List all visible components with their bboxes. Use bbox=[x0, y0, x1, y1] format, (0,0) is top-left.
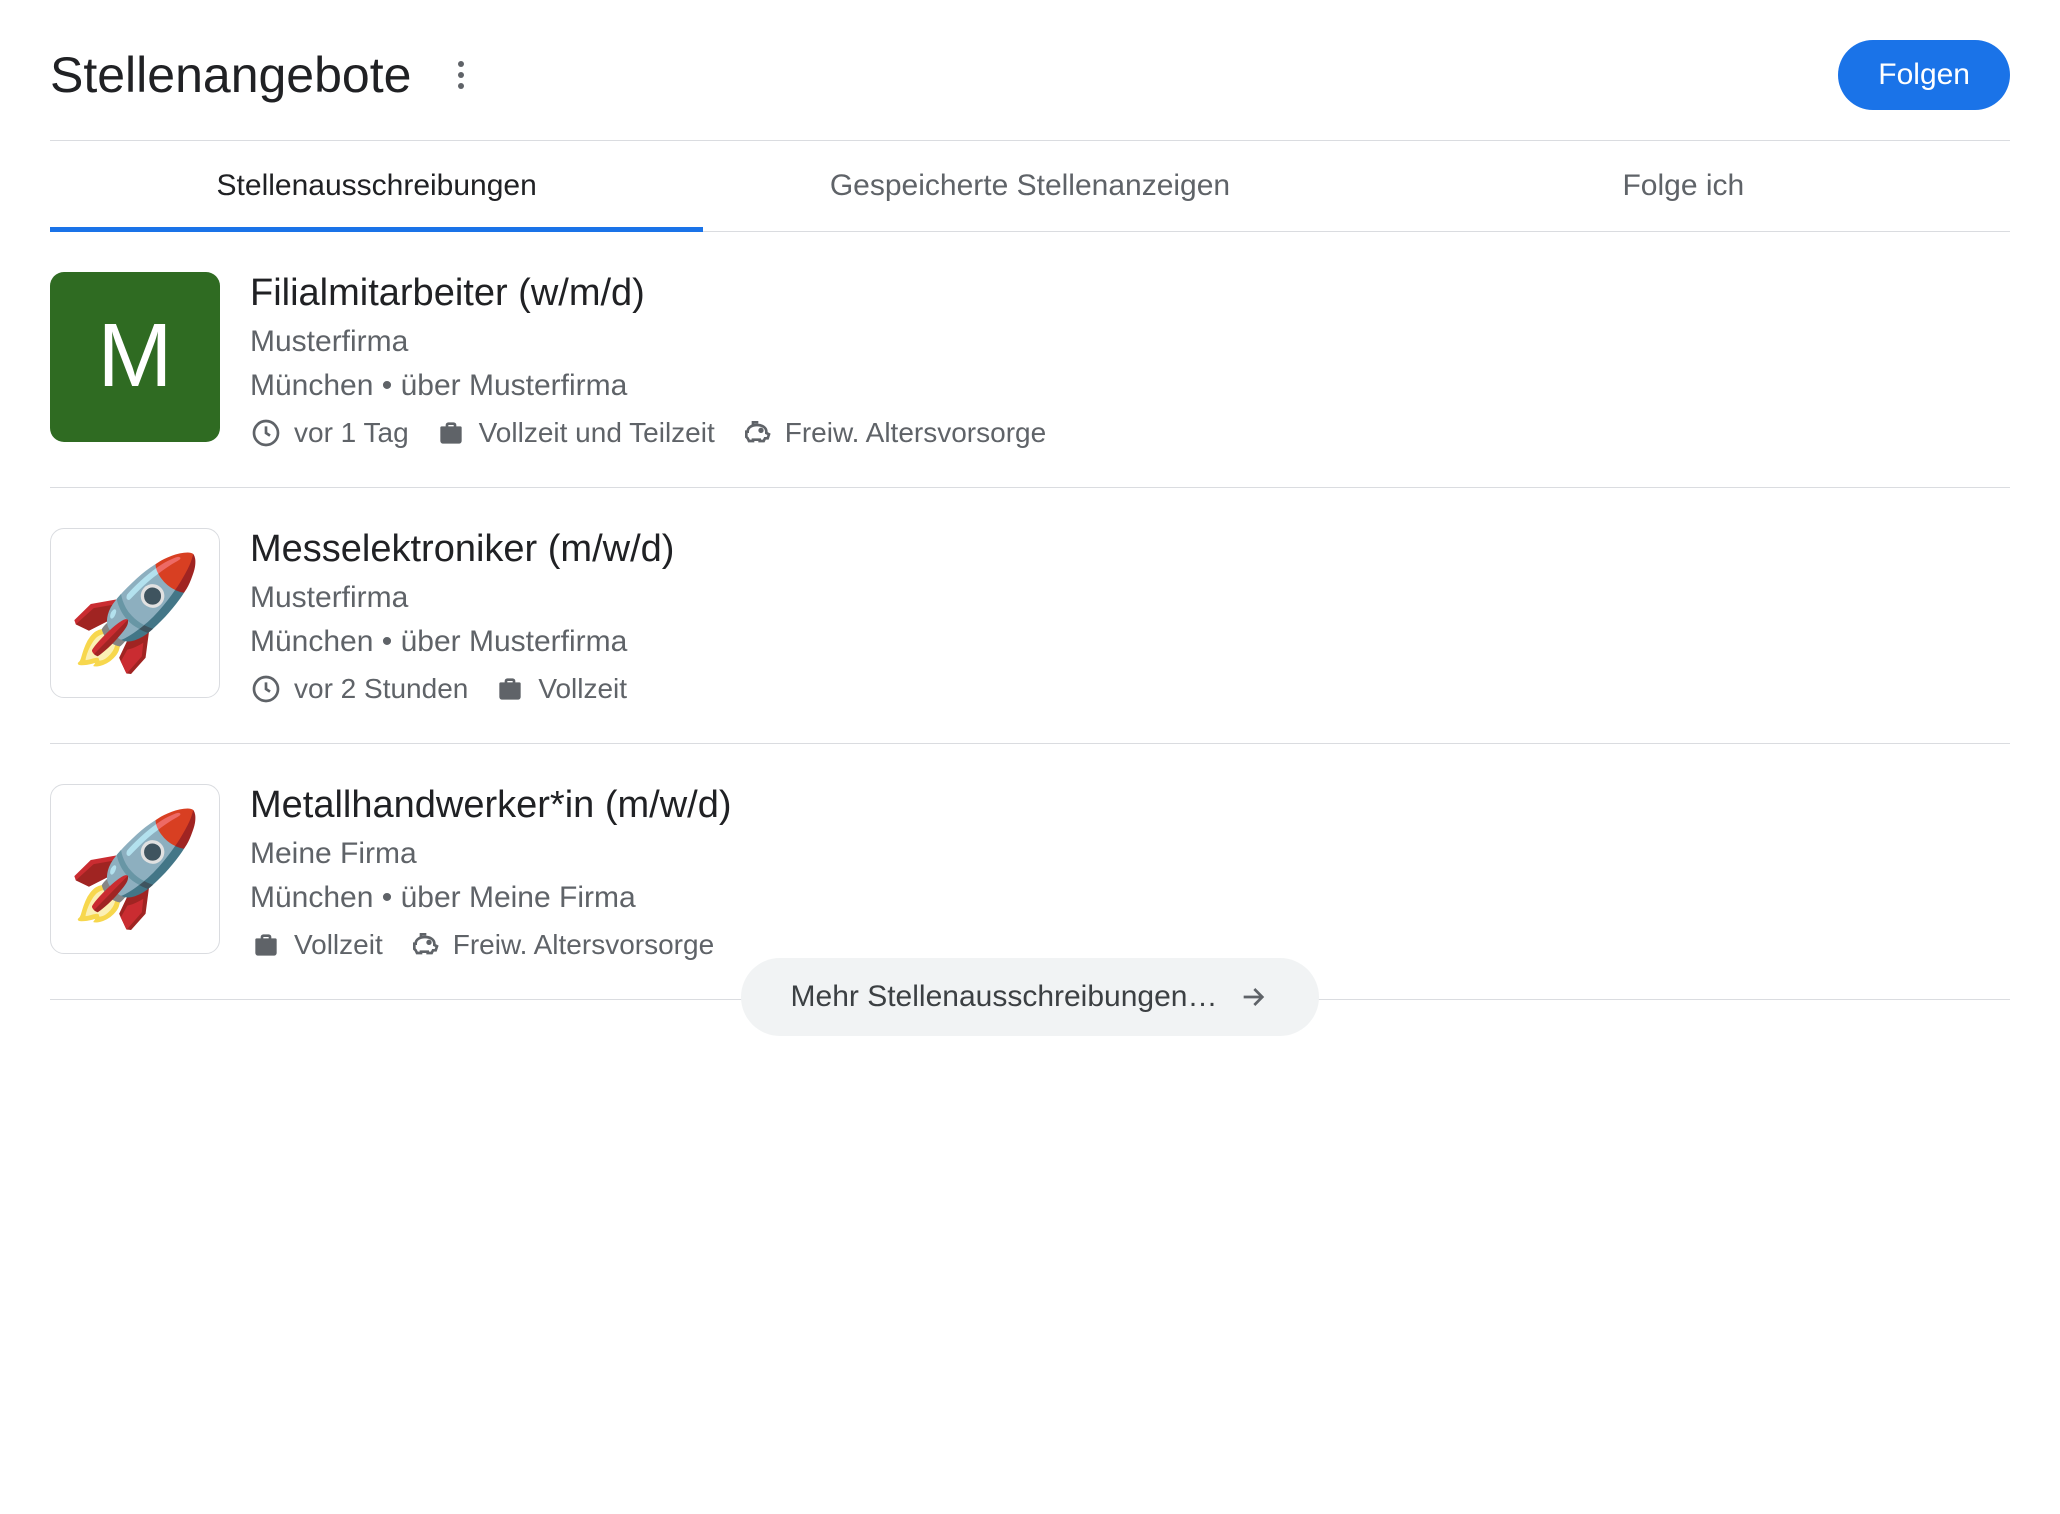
briefcase-icon bbox=[494, 673, 526, 705]
meta-row: Vollzeit Freiw. Altersvorsorge bbox=[250, 929, 2010, 961]
job-title: Metallhandwerker*in (m/w/d) bbox=[250, 784, 2010, 827]
briefcase-icon bbox=[435, 417, 467, 449]
meta-row: vor 2 Stunden Vollzeit bbox=[250, 673, 2010, 705]
clock-icon bbox=[250, 673, 282, 705]
company-logo: 🚀 bbox=[50, 784, 220, 954]
listing-body: Messelektroniker (m/w/d) Musterfirma Mün… bbox=[250, 528, 2010, 705]
tab-listings[interactable]: Stellenausschreibungen bbox=[50, 141, 703, 231]
listing-body: Metallhandwerker*in (m/w/d) Meine Firma … bbox=[250, 784, 2010, 961]
tab-label: Gespeicherte Stellenanzeigen bbox=[830, 169, 1230, 202]
piggy-bank-icon bbox=[409, 929, 441, 961]
follow-button[interactable]: Folgen bbox=[1838, 40, 2010, 110]
tab-saved[interactable]: Gespeicherte Stellenanzeigen bbox=[703, 141, 1356, 231]
more-options-button[interactable] bbox=[441, 55, 481, 95]
meta-text: Vollzeit bbox=[294, 929, 383, 961]
meta-benefit: Freiw. Altersvorsorge bbox=[741, 417, 1046, 449]
job-location: München • über Musterfirma bbox=[250, 625, 2010, 659]
rocket-icon: 🚀 bbox=[67, 804, 204, 933]
company-logo: M bbox=[50, 272, 220, 442]
meta-jobtype: Vollzeit und Teilzeit bbox=[435, 417, 715, 449]
company-name: Musterfirma bbox=[250, 581, 2010, 615]
company-name: Meine Firma bbox=[250, 837, 2010, 871]
job-listing[interactable]: M Filialmitarbeiter (w/m/d) Musterfirma … bbox=[50, 232, 2010, 488]
meta-text: Vollzeit bbox=[538, 673, 627, 705]
tabs: Stellenausschreibungen Gespeicherte Stel… bbox=[50, 141, 2010, 232]
arrow-right-icon bbox=[1237, 981, 1269, 1013]
more-listings-wrap: Mehr Stellenausschreibungen… bbox=[50, 958, 2010, 1036]
tab-following[interactable]: Folge ich bbox=[1357, 141, 2010, 231]
meta-jobtype: Vollzeit bbox=[494, 673, 627, 705]
meta-benefit: Freiw. Altersvorsorge bbox=[409, 929, 714, 961]
meta-text: vor 2 Stunden bbox=[294, 673, 468, 705]
more-listings-button[interactable]: Mehr Stellenausschreibungen… bbox=[741, 958, 1320, 1036]
meta-jobtype: Vollzeit bbox=[250, 929, 383, 961]
page-title: Stellenangebote bbox=[50, 46, 411, 104]
briefcase-icon bbox=[250, 929, 282, 961]
company-logo: 🚀 bbox=[50, 528, 220, 698]
job-location: München • über Musterfirma bbox=[250, 369, 2010, 403]
meta-text: Freiw. Altersvorsorge bbox=[785, 417, 1046, 449]
job-listing[interactable]: 🚀 Messelektroniker (m/w/d) Musterfirma M… bbox=[50, 488, 2010, 744]
tab-label: Folge ich bbox=[1622, 169, 1744, 202]
clock-icon bbox=[250, 417, 282, 449]
job-location: München • über Meine Firma bbox=[250, 881, 2010, 915]
meta-text: Vollzeit und Teilzeit bbox=[479, 417, 715, 449]
header: Stellenangebote Folgen bbox=[50, 40, 2010, 141]
meta-text: vor 1 Tag bbox=[294, 417, 409, 449]
logo-letter: M bbox=[98, 305, 173, 408]
job-title: Messelektroniker (m/w/d) bbox=[250, 528, 2010, 571]
listing-body: Filialmitarbeiter (w/m/d) Musterfirma Mü… bbox=[250, 272, 2010, 449]
listings: M Filialmitarbeiter (w/m/d) Musterfirma … bbox=[50, 232, 2010, 1000]
tab-label: Stellenausschreibungen bbox=[217, 169, 537, 202]
meta-posted: vor 2 Stunden bbox=[250, 673, 468, 705]
piggy-bank-icon bbox=[741, 417, 773, 449]
header-left: Stellenangebote bbox=[50, 46, 481, 104]
meta-posted: vor 1 Tag bbox=[250, 417, 409, 449]
more-listings-label: Mehr Stellenausschreibungen… bbox=[791, 980, 1218, 1014]
rocket-icon: 🚀 bbox=[67, 548, 204, 677]
company-name: Musterfirma bbox=[250, 325, 2010, 359]
job-title: Filialmitarbeiter (w/m/d) bbox=[250, 272, 2010, 315]
meta-row: vor 1 Tag Vollzeit und Teilzeit Freiw. A… bbox=[250, 417, 2010, 449]
more-vert-icon bbox=[458, 61, 464, 67]
meta-text: Freiw. Altersvorsorge bbox=[453, 929, 714, 961]
